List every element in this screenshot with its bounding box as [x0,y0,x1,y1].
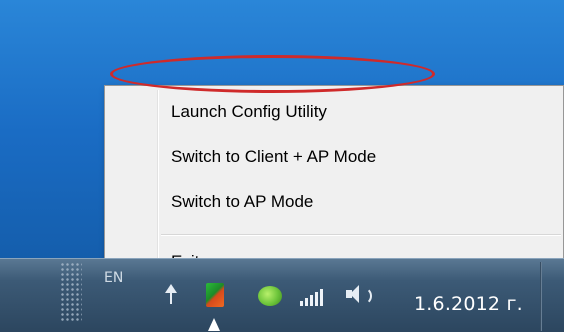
language-indicator[interactable]: EN [104,270,123,286]
volume-icon[interactable] [346,284,376,306]
tray-context-menu: Launch Config Utility Switch to Client +… [104,85,564,286]
menu-separator [161,234,561,236]
taskbar-gripper[interactable] [60,262,82,322]
menu-item-launch-config-utility[interactable]: Launch Config Utility [171,102,327,122]
wifi-signal-icon[interactable] [296,288,330,306]
action-center-flag-icon[interactable] [162,284,178,304]
show-desktop-separator [540,262,542,331]
taskbar-clock[interactable]: 1.6.2012 г. [414,293,523,315]
n-app-icon[interactable] [206,283,224,307]
menu-gutter [157,90,159,282]
menu-item-switch-ap-mode[interactable]: Switch to AP Mode [171,192,313,212]
green-app-icon[interactable] [258,286,282,306]
mouse-cursor-icon [208,318,220,331]
menu-item-switch-client-ap-mode[interactable]: Switch to Client + AP Mode [171,147,376,167]
